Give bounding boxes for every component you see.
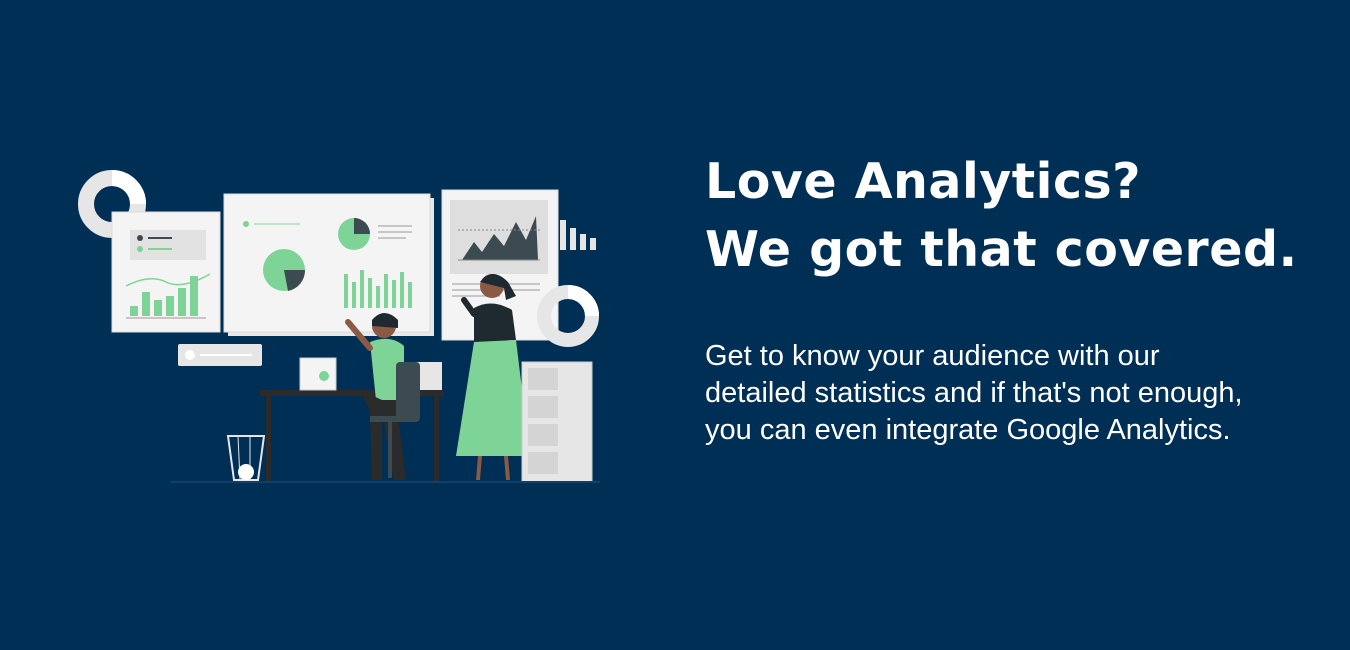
- mini-bars-icon: [560, 220, 596, 250]
- center-chart-panel: [223, 193, 434, 336]
- wastebasket-icon: [226, 435, 266, 481]
- slider-card: [178, 344, 262, 366]
- description-text: Get to know your audience with our detai…: [705, 340, 1243, 446]
- headline: Love Analytics? We got that covered.: [705, 148, 1305, 284]
- content-section: Love Analytics? We got that covered. Get…: [705, 148, 1305, 449]
- filing-cabinet: [521, 361, 593, 483]
- headline-line-2: We got that covered.: [705, 221, 1298, 278]
- analytics-illustration: [78, 170, 600, 483]
- seated-person: [345, 313, 420, 480]
- left-chart-panel: [111, 211, 221, 333]
- headline-line-1: Love Analytics?: [705, 153, 1142, 210]
